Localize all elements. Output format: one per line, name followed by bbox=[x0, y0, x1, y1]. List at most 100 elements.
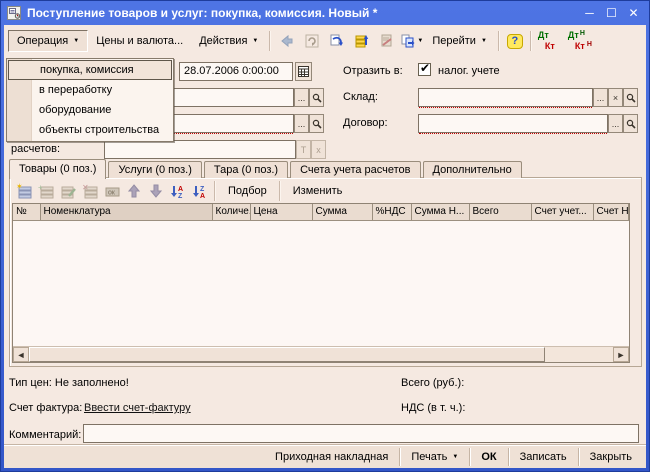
magnifier-icon bbox=[312, 93, 322, 103]
edit-row-icon bbox=[60, 183, 77, 199]
scrollbar-track[interactable] bbox=[545, 347, 613, 362]
add-row-icon: ✶ bbox=[16, 183, 33, 199]
prices-currency-button[interactable]: Цены и валюта... bbox=[88, 30, 191, 52]
debit-credit-tax-button[interactable]: Дт Н Кт Н bbox=[567, 31, 593, 52]
post-document-button[interactable] bbox=[349, 30, 374, 52]
organization-select-button[interactable]: ... bbox=[294, 88, 309, 107]
warehouse-field[interactable] bbox=[418, 88, 593, 107]
price-type-text: Тип цен: Не заполнено! bbox=[9, 377, 129, 391]
menu-item-for-processing[interactable]: в переработку bbox=[8, 80, 172, 100]
settlements-text-button: T bbox=[296, 140, 311, 159]
app-window: Поступление товаров и услуг: покупка, ко… bbox=[0, 0, 650, 472]
contract-select-button[interactable]: ... bbox=[608, 114, 623, 133]
add-row-button[interactable]: ✶ bbox=[13, 181, 35, 201]
warehouse-label: Склад: bbox=[343, 91, 378, 105]
close-form-button[interactable]: Закрыть bbox=[579, 446, 643, 468]
refresh-button-disabled bbox=[299, 30, 324, 52]
column-header-vat-percent[interactable]: %НДС bbox=[372, 204, 411, 220]
sort-za-icon: Z A bbox=[192, 183, 209, 199]
help-button[interactable]: ? bbox=[503, 31, 527, 51]
sort-ascending-button[interactable]: A Z bbox=[167, 181, 189, 201]
titlebar: Поступление товаров и услуг: покупка, ко… bbox=[1, 1, 649, 25]
tab-strip: Товары (0 поз.) Услуги (0 поз.) Тара (0 … bbox=[9, 158, 524, 178]
delete-row-icon: ✕ bbox=[82, 183, 99, 199]
tab-additional[interactable]: Дополнительно bbox=[423, 161, 522, 178]
save-button[interactable]: Записать bbox=[509, 446, 578, 468]
maximize-button[interactable]: ☐ bbox=[603, 6, 620, 20]
warehouse-open-button[interactable] bbox=[623, 88, 638, 107]
arrow-down-icon bbox=[150, 183, 162, 199]
warehouse-clear-button[interactable]: × bbox=[608, 88, 623, 107]
delete-row-button-disabled: ✕ bbox=[79, 181, 101, 201]
tab-goods[interactable]: Товары (0 поз.) bbox=[9, 159, 106, 179]
change-button[interactable]: Изменить bbox=[284, 181, 352, 201]
actions-menu-button[interactable]: Действия ▼ bbox=[191, 30, 266, 52]
warehouse-select-button[interactable]: ... bbox=[593, 88, 608, 107]
goods-table: № Номенклатура Количе... Цена Сумма %НДС… bbox=[12, 203, 630, 363]
receipt-note-button[interactable]: Приходная накладная bbox=[264, 446, 399, 468]
menu-item-purchase-commission[interactable]: покупка, комиссия bbox=[8, 60, 172, 80]
close-button[interactable]: ✕ bbox=[625, 6, 642, 20]
end-edit-button-disabled: ОК bbox=[101, 181, 123, 201]
pick-button[interactable]: Подбор bbox=[219, 181, 276, 201]
organization-open-button[interactable] bbox=[309, 88, 324, 107]
column-header-nomenclature[interactable]: Номенклатура bbox=[40, 204, 212, 220]
settlements-label: расчетов: bbox=[11, 143, 60, 157]
print-button[interactable]: Печать ▼ bbox=[400, 446, 469, 468]
refresh-icon bbox=[304, 33, 320, 49]
ok-button[interactable]: ОК bbox=[470, 446, 507, 468]
counterparty-open-button[interactable] bbox=[309, 114, 324, 133]
window-title: Поступление товаров и услуг: покупка, ко… bbox=[27, 6, 576, 20]
goto-menu-button[interactable]: Перейти ▼ bbox=[424, 30, 495, 52]
scroll-right-button[interactable]: ► bbox=[613, 347, 629, 362]
fill-button[interactable] bbox=[324, 30, 349, 52]
toolbar-separator bbox=[214, 181, 216, 201]
operation-menu-button[interactable]: Операция ▼ bbox=[8, 30, 88, 52]
move-up-button-disabled bbox=[123, 181, 145, 201]
column-header-vat-account[interactable]: Счет Н bbox=[593, 204, 629, 220]
copy-to-button[interactable]: ▼ bbox=[399, 30, 424, 52]
column-header-total[interactable]: Всего bbox=[469, 204, 531, 220]
kt-label: Кт bbox=[545, 42, 555, 51]
comment-input[interactable] bbox=[83, 424, 639, 443]
required-underline bbox=[419, 107, 592, 108]
tab-containers[interactable]: Тара (0 поз.) bbox=[204, 161, 288, 178]
sort-descending-button[interactable]: Z A bbox=[189, 181, 211, 201]
table-header: № Номенклатура Количе... Цена Сумма %НДС… bbox=[13, 204, 629, 221]
client-area: Операция ▼ Цены и валюта... Действия ▼ bbox=[4, 25, 646, 468]
column-header-price[interactable]: Цена bbox=[250, 204, 312, 220]
scroll-left-button[interactable]: ◄ bbox=[13, 347, 29, 362]
tax-accounting-checkbox[interactable] bbox=[418, 63, 431, 76]
enter-invoice-link[interactable]: Ввести счет-фактуру bbox=[84, 402, 191, 416]
cancel-posting-icon bbox=[379, 33, 395, 49]
menu-item-equipment[interactable]: оборудование bbox=[8, 100, 172, 120]
svg-text:✶: ✶ bbox=[16, 183, 23, 191]
dt-label: Дт bbox=[568, 31, 579, 40]
copy-arrows-icon bbox=[329, 33, 345, 49]
debit-credit-button[interactable]: Дт Кт bbox=[537, 31, 563, 52]
table-body-empty[interactable] bbox=[13, 221, 629, 347]
settlements-document-field[interactable] bbox=[104, 140, 296, 159]
contract-field[interactable] bbox=[418, 114, 608, 133]
svg-text:Z: Z bbox=[200, 186, 205, 193]
ok-save-icon: ОК bbox=[104, 183, 121, 199]
question-mark-icon: ? bbox=[507, 34, 523, 49]
counterparty-select-button[interactable]: ... bbox=[294, 114, 309, 133]
copy-row-button-disabled: + bbox=[35, 181, 57, 201]
column-header-number[interactable]: № bbox=[13, 204, 40, 220]
minimize-button[interactable]: ─ bbox=[581, 6, 598, 20]
column-header-quantity[interactable]: Количе... bbox=[212, 204, 250, 220]
date-field[interactable]: 28.07.2006 0:00:00 bbox=[179, 62, 293, 81]
menu-item-construction-objects[interactable]: объекты строительства bbox=[8, 120, 172, 140]
column-header-vat-sum[interactable]: Сумма Н... bbox=[411, 204, 469, 220]
tab-settlement-accounts[interactable]: Счета учета расчетов bbox=[290, 161, 420, 178]
contract-open-button[interactable] bbox=[623, 114, 638, 133]
n-superscript: Н bbox=[587, 40, 592, 49]
tab-services[interactable]: Услуги (0 поз.) bbox=[108, 161, 201, 178]
calendar-button[interactable] bbox=[295, 62, 312, 81]
column-header-account[interactable]: Счет учет... bbox=[531, 204, 593, 220]
table-toolbar: ✶ + bbox=[13, 179, 351, 202]
scrollbar-thumb[interactable] bbox=[29, 347, 545, 362]
print-label: Печать bbox=[411, 446, 447, 468]
column-header-sum[interactable]: Сумма bbox=[312, 204, 372, 220]
